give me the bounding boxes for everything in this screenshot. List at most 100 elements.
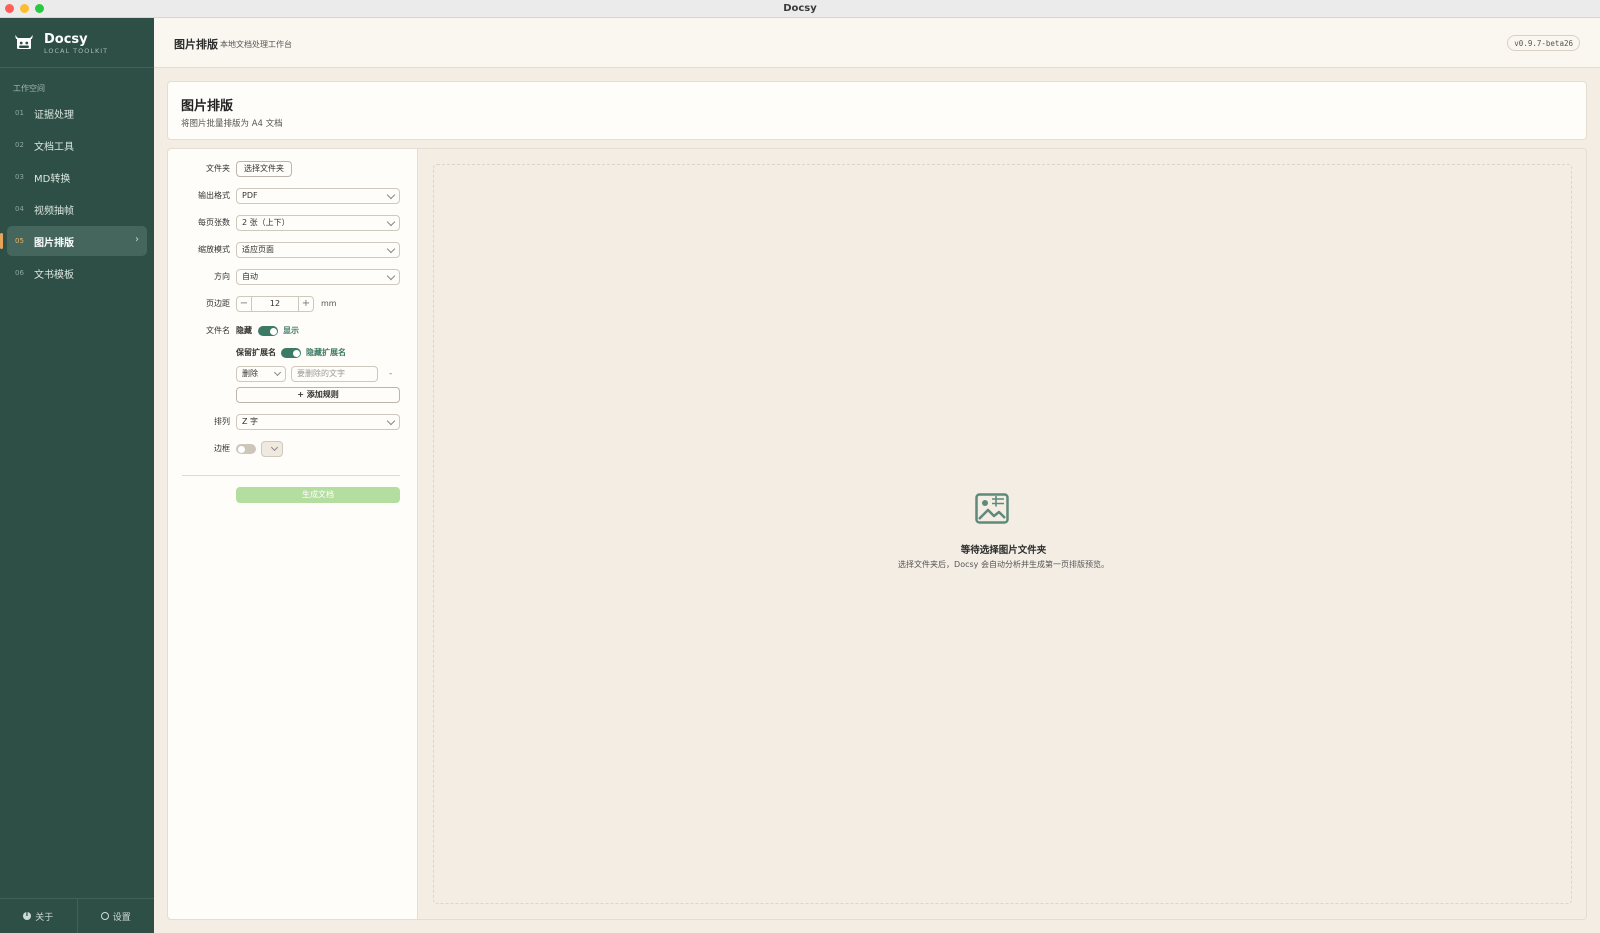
sidebar-item-label: MD转换 — [34, 173, 71, 185]
brand-subtitle: LOCAL TOOLKIT — [44, 47, 109, 55]
arrange-select[interactable]: Z 字 — [236, 414, 400, 430]
image-icon — [975, 493, 1009, 524]
window-titlebar: Docsy — [0, 0, 1600, 18]
remove-rule-button[interactable]: - — [389, 366, 392, 382]
sidebar-item-label: 视频抽帧 — [34, 205, 74, 217]
zoom-window-button[interactable] — [35, 4, 44, 13]
border-style-select[interactable] — [261, 441, 283, 457]
margin-increase-button[interactable]: + — [298, 297, 313, 311]
scale-mode-select[interactable]: 适应页面 — [236, 242, 400, 258]
filename-show-label: 显示 — [283, 326, 299, 335]
window-title: Docsy — [783, 3, 817, 14]
sidebar-item-label: 文书模板 — [34, 269, 74, 281]
brand-name: Docsy — [44, 32, 88, 47]
add-rule-row: + 添加规则 — [168, 387, 418, 403]
window-controls — [5, 4, 44, 13]
rule-text-input[interactable]: 要删除的文字 — [291, 366, 378, 382]
page-title: 图片排版 — [181, 99, 234, 114]
filename-hide-label: 隐藏 — [236, 326, 252, 335]
scale-mode-row: 缩放模式 适应页面 — [168, 242, 418, 258]
header-title: 图片排版 — [174, 38, 218, 51]
per-page-label: 每页张数 — [198, 218, 230, 227]
sidebar-item-label: 证据处理 — [34, 109, 74, 121]
arrange-row: 排列 Z 字 — [168, 414, 418, 430]
orientation-row: 方向 自动 — [168, 269, 418, 285]
folder-row: 文件夹 选择文件夹 — [168, 161, 418, 177]
about-button[interactable]: 关于 — [0, 899, 78, 933]
chevron-down-icon — [386, 190, 396, 200]
add-rule-button[interactable]: + 添加规则 — [236, 387, 400, 403]
sidebar-item-templates[interactable]: 06 文书模板 — [7, 258, 147, 288]
info-icon — [23, 910, 32, 920]
margin-decrease-button[interactable]: − — [237, 297, 252, 311]
chevron-down-icon — [273, 368, 282, 377]
form-divider — [182, 475, 400, 476]
per-page-value: 2 张（上下） — [242, 218, 290, 227]
output-format-value: PDF — [242, 191, 258, 200]
minimize-window-button[interactable] — [20, 4, 29, 13]
hide-extension-label: 隐藏扩展名 — [306, 348, 346, 357]
gear-icon — [100, 912, 109, 920]
sidebar-item-number: 01 — [15, 109, 24, 117]
close-window-button[interactable] — [5, 4, 14, 13]
filename-row: 文件名 隐藏 显示 — [168, 323, 418, 339]
sidebar-footer: 关于 设置 — [0, 898, 154, 933]
sidebar-item-video-frames[interactable]: 04 视频抽帧 — [7, 194, 147, 224]
scale-mode-label: 缩放模式 — [198, 245, 230, 254]
sidebar-item-image-layout[interactable]: 05 图片排版 › — [0, 226, 147, 256]
active-indicator — [0, 233, 3, 249]
filename-label: 文件名 — [206, 326, 230, 335]
filename-toggle[interactable] — [258, 326, 278, 336]
border-label: 边框 — [214, 444, 230, 453]
sidebar-item-label: 图片排版 — [34, 237, 74, 249]
settings-form: 文件夹 选择文件夹 输出格式 PDF 每页张数 2 张（上下） 缩放模式 适应页… — [168, 149, 418, 919]
orientation-select[interactable]: 自动 — [236, 269, 400, 285]
margin-unit: mm — [321, 299, 337, 308]
header-subtitle: 本地文档处理工作台 — [220, 40, 292, 49]
top-header: 图片排版 本地文档处理工作台 v0.9.7-beta26 — [154, 18, 1600, 68]
per-page-select[interactable]: 2 张（上下） — [236, 215, 400, 231]
rule-action-select[interactable]: 删除 — [236, 366, 286, 382]
arrange-label: 排列 — [214, 417, 230, 426]
brand: Docsy LOCAL TOOLKIT — [0, 18, 154, 68]
keep-extension-label: 保留扩展名 — [236, 348, 276, 357]
margin-stepper: − 12 + — [236, 296, 314, 312]
sidebar-item-evidence[interactable]: 01 证据处理 — [7, 98, 147, 128]
sidebar-item-doc-tools[interactable]: 02 文档工具 — [7, 130, 147, 160]
extension-row: 保留扩展名 隐藏扩展名 — [168, 345, 418, 361]
settings-button[interactable]: 设置 — [78, 899, 155, 933]
generate-document-button[interactable]: 生成文档 — [236, 487, 400, 503]
sidebar-item-number: 06 — [15, 269, 24, 277]
empty-state-description: 选择文件夹后，Docsy 会自动分析并生成第一页排版预览。 — [898, 560, 1109, 569]
chevron-down-icon — [386, 244, 396, 254]
border-toggle[interactable] — [236, 444, 256, 454]
extension-toggle[interactable] — [281, 348, 301, 358]
sidebar-item-number: 05 — [15, 237, 24, 245]
chevron-down-icon — [386, 271, 396, 281]
chevron-down-icon — [386, 217, 396, 227]
orientation-label: 方向 — [214, 272, 230, 281]
version-badge: v0.9.7-beta26 — [1507, 35, 1580, 51]
empty-state-title: 等待选择图片文件夹 — [960, 545, 1047, 556]
page-heading-card: 图片排版 将图片批量排版为 A4 文档 — [167, 81, 1587, 140]
output-format-row: 输出格式 PDF — [168, 188, 418, 204]
sidebar-item-number: 04 — [15, 205, 24, 213]
output-format-label: 输出格式 — [198, 191, 230, 200]
sidebar-item-number: 03 — [15, 173, 24, 181]
sidebar-item-md-convert[interactable]: 03 MD转换 — [7, 162, 147, 192]
border-row: 边框 — [168, 441, 418, 457]
choose-folder-button[interactable]: 选择文件夹 — [236, 161, 292, 177]
orientation-value: 自动 — [242, 272, 258, 281]
margin-row: 页边距 − 12 + mm — [168, 296, 418, 312]
workspace: 文件夹 选择文件夹 输出格式 PDF 每页张数 2 张（上下） 缩放模式 适应页… — [167, 148, 1587, 920]
about-label: 关于 — [35, 912, 54, 923]
per-page-row: 每页张数 2 张（上下） — [168, 215, 418, 231]
chevron-right-icon: › — [135, 234, 139, 245]
preview-area: 等待选择图片文件夹 选择文件夹后，Docsy 会自动分析并生成第一页排版预览。 — [433, 164, 1572, 904]
scale-mode-value: 适应页面 — [242, 245, 274, 254]
cow-logo-icon — [15, 35, 33, 49]
arrange-value: Z 字 — [242, 417, 259, 426]
output-format-select[interactable]: PDF — [236, 188, 400, 204]
sidebar-section-label: 工作空间 — [13, 84, 45, 93]
margin-input[interactable]: 12 — [252, 297, 298, 311]
